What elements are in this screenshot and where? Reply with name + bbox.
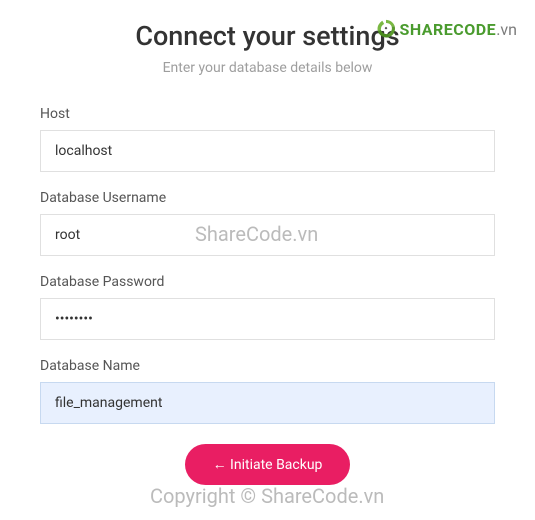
initiate-backup-button[interactable]: ← Initiate Backup [185,444,351,485]
form-group-host: Host [40,106,495,172]
username-label: Database Username [40,190,495,206]
form-container: Connect your settings Enter your databas… [0,0,535,485]
username-input[interactable] [40,214,495,256]
logo-text-code: CODE [453,20,496,39]
button-row: ← Initiate Backup [40,444,495,485]
logo-badge: SHARECODE.vn [375,18,517,40]
password-input[interactable] [40,298,495,340]
form-group-username: Database Username [40,190,495,256]
dbname-label: Database Name [40,358,495,374]
logo-text-share: SHARE [399,20,453,39]
logo-text-suffix: .vn [496,20,517,39]
form-group-password: Database Password [40,274,495,340]
recycle-icon [375,18,397,40]
page-subtitle: Enter your database details below [40,60,495,76]
dbname-input[interactable] [40,382,495,424]
form-group-dbname: Database Name [40,358,495,424]
watermark-2: Copyright © ShareCode.vn [150,484,384,508]
host-label: Host [40,106,495,122]
password-label: Database Password [40,274,495,290]
host-input[interactable] [40,130,495,172]
